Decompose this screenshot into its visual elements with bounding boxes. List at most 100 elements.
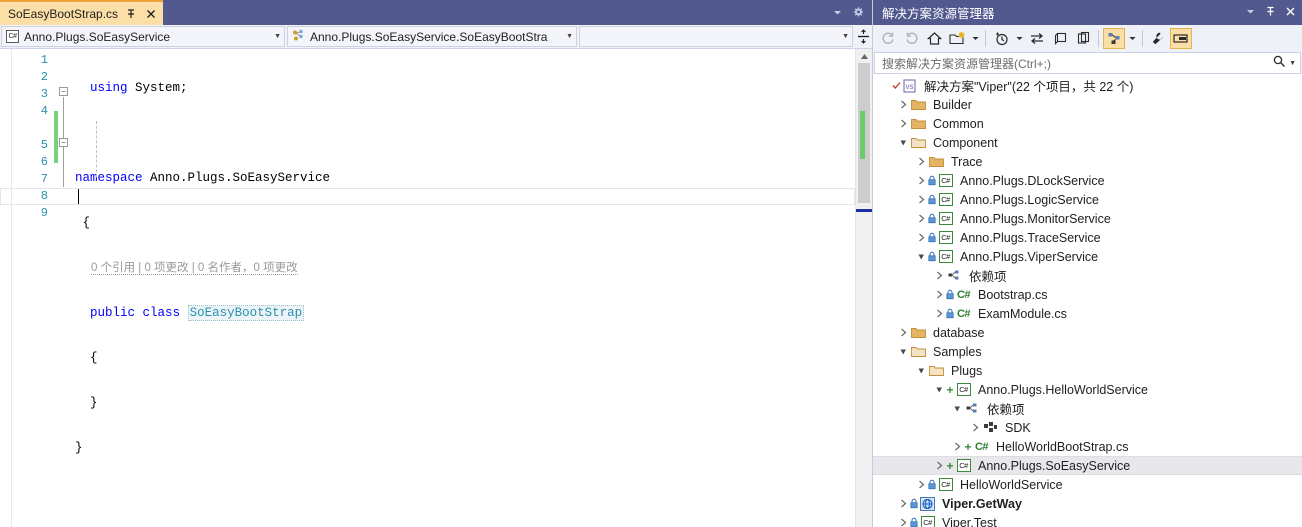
- chevron-right-icon[interactable]: [969, 423, 982, 432]
- codelens-indicator[interactable]: 0 个引用 | 0 项更改 | 0 名作者，0 项更改: [75, 260, 872, 277]
- editor-tab-strip: SoEasyBootStrap.cs: [0, 0, 872, 25]
- pending-changes-button[interactable]: [990, 28, 1012, 49]
- chevron-right-icon[interactable]: [915, 214, 928, 223]
- tree-item[interactable]: SDK: [873, 418, 1302, 437]
- chevron-right-icon[interactable]: [897, 100, 910, 109]
- tree-item[interactable]: C# ExamModule.cs: [873, 304, 1302, 323]
- show-all-files-dropdown[interactable]: [1126, 28, 1138, 49]
- chevron-right-icon[interactable]: [897, 328, 910, 337]
- show-all-files-button[interactable]: [1103, 28, 1125, 49]
- editor-tab-soeasybootstrap[interactable]: SoEasyBootStrap.cs: [0, 0, 164, 25]
- folder-open-icon: [910, 135, 927, 151]
- tree-item-label: Anno.Plugs.ViperService: [960, 249, 1099, 264]
- type-dropdown[interactable]: Anno.Plugs.SoEasyService.SoEasyBootStra …: [287, 26, 577, 47]
- csharp-project-icon: C#: [6, 30, 19, 43]
- chevron-right-icon[interactable]: [933, 290, 946, 299]
- tree-item[interactable]: Builder: [873, 95, 1302, 114]
- editor-vertical-scrollbar[interactable]: [855, 49, 872, 527]
- csharp-project-icon: C#: [937, 477, 954, 493]
- gear-icon[interactable]: [852, 6, 864, 21]
- chevron-right-icon[interactable]: [915, 480, 928, 489]
- chevron-right-icon[interactable]: [933, 461, 946, 470]
- code-fragment: System;: [127, 81, 188, 95]
- close-icon[interactable]: [1285, 6, 1296, 20]
- chevron-down-filled-icon[interactable]: [897, 347, 910, 356]
- refresh-windows-button[interactable]: [1049, 28, 1071, 49]
- tree-item[interactable]: 依赖项: [873, 266, 1302, 285]
- search-input[interactable]: 搜索解决方案资源管理器(Ctrl+;) ▼: [874, 52, 1301, 74]
- chevron-down-icon[interactable]: [832, 7, 843, 21]
- chevron-right-icon[interactable]: [915, 176, 928, 185]
- tree-item[interactable]: + C# Anno.Plugs.HelloWorldService: [873, 380, 1302, 399]
- chevron-right-icon[interactable]: [915, 195, 928, 204]
- chevron-down-icon[interactable]: [1245, 6, 1256, 20]
- line-number: 3: [40, 87, 48, 101]
- pin-icon[interactable]: [1265, 6, 1276, 20]
- search-icon[interactable]: [1273, 55, 1286, 71]
- tree-item[interactable]: C# Anno.Plugs.DLockService: [873, 171, 1302, 190]
- tree-item[interactable]: C# Anno.Plugs.TraceService: [873, 228, 1302, 247]
- tree-item[interactable]: Plugs: [873, 361, 1302, 380]
- tree-item[interactable]: Viper.GetWay: [873, 494, 1302, 513]
- tree-item[interactable]: C# Anno.Plugs.MonitorService: [873, 209, 1302, 228]
- class-members-icon: [292, 29, 305, 45]
- tree-item[interactable]: C# Anno.Plugs.LogicService: [873, 190, 1302, 209]
- chevron-down-icon[interactable]: ▼: [1286, 60, 1296, 67]
- chevron-down-filled-icon[interactable]: [933, 385, 946, 394]
- lock-badge-icon: [946, 308, 954, 320]
- line-number: 1: [40, 53, 48, 67]
- tree-item[interactable]: Trace: [873, 152, 1302, 171]
- pin-icon[interactable]: [124, 8, 138, 19]
- tree-item[interactable]: C# Viper.Test: [873, 513, 1302, 527]
- chevron-right-icon[interactable]: [951, 442, 964, 451]
- properties-button[interactable]: [1147, 28, 1169, 49]
- new-folder-button[interactable]: [946, 28, 968, 49]
- tree-item[interactable]: Samples: [873, 342, 1302, 361]
- chevron-down-filled-icon[interactable]: [951, 404, 964, 413]
- chevron-right-icon[interactable]: [933, 271, 946, 280]
- tree-item[interactable]: Component: [873, 133, 1302, 152]
- tree-item[interactable]: 依赖项: [873, 399, 1302, 418]
- member-dropdown[interactable]: ▼: [579, 26, 853, 47]
- code-editor[interactable]: 1 2 3 4 . 5 6 7 8 9 − − using System;: [0, 49, 872, 527]
- chevron-right-icon[interactable]: [915, 157, 928, 166]
- tree-item[interactable]: database: [873, 323, 1302, 342]
- chevron-right-icon[interactable]: [897, 119, 910, 128]
- tree-item[interactable]: vs 解决方案"Viper"(22 个项目，共 22 个): [873, 76, 1302, 95]
- solution-tree[interactable]: vs 解决方案"Viper"(22 个项目，共 22 个) Builder Commo…: [873, 74, 1302, 527]
- fold-toggle-namespace[interactable]: −: [59, 87, 68, 96]
- new-folder-dropdown[interactable]: [969, 28, 981, 49]
- tree-item[interactable]: C# Bootstrap.cs: [873, 285, 1302, 304]
- chevron-down-filled-icon[interactable]: [915, 252, 928, 261]
- forward-button[interactable]: [900, 28, 922, 49]
- tree-item[interactable]: C# HelloWorldService: [873, 475, 1302, 494]
- tree-item-label: Anno.Plugs.SoEasyService: [978, 458, 1131, 473]
- chevron-down-filled-icon[interactable]: [897, 138, 910, 147]
- fold-toggle-class[interactable]: −: [59, 138, 68, 147]
- chevron-right-icon[interactable]: [915, 233, 928, 242]
- tree-item-label: Bootstrap.cs: [978, 287, 1048, 302]
- tree-item[interactable]: + C# HelloWorldBootStrap.cs: [873, 437, 1302, 456]
- back-button[interactable]: [877, 28, 899, 49]
- preview-pane-button[interactable]: [1170, 28, 1192, 49]
- tree-item[interactable]: Common: [873, 114, 1302, 133]
- home-button[interactable]: [923, 28, 945, 49]
- scroll-up-icon[interactable]: [856, 49, 872, 63]
- lock-badge-icon: [910, 498, 918, 510]
- collapse-all-button[interactable]: [1072, 28, 1094, 49]
- chevron-right-icon[interactable]: [897, 518, 910, 527]
- chevron-right-icon[interactable]: [933, 309, 946, 318]
- solution-icon: vs: [901, 78, 918, 94]
- tree-item-selected[interactable]: + C# Anno.Plugs.SoEasyService: [873, 456, 1302, 475]
- project-dropdown[interactable]: C# Anno.Plugs.SoEasyService ▼: [1, 26, 285, 47]
- code-text-area[interactable]: using System; namespace Anno.Plugs.SoEas…: [0, 49, 872, 527]
- pending-changes-dropdown[interactable]: [1013, 28, 1025, 49]
- chevron-right-icon[interactable]: [897, 499, 910, 508]
- sync-with-active-document-button[interactable]: [1026, 28, 1048, 49]
- chevron-down-filled-icon[interactable]: [915, 366, 928, 375]
- csharp-project-icon: C#: [919, 515, 936, 527]
- split-view-icon[interactable]: [854, 25, 872, 48]
- tree-item[interactable]: C# Anno.Plugs.ViperService: [873, 247, 1302, 266]
- plus-badge-icon: +: [946, 382, 954, 397]
- close-icon[interactable]: [144, 9, 158, 19]
